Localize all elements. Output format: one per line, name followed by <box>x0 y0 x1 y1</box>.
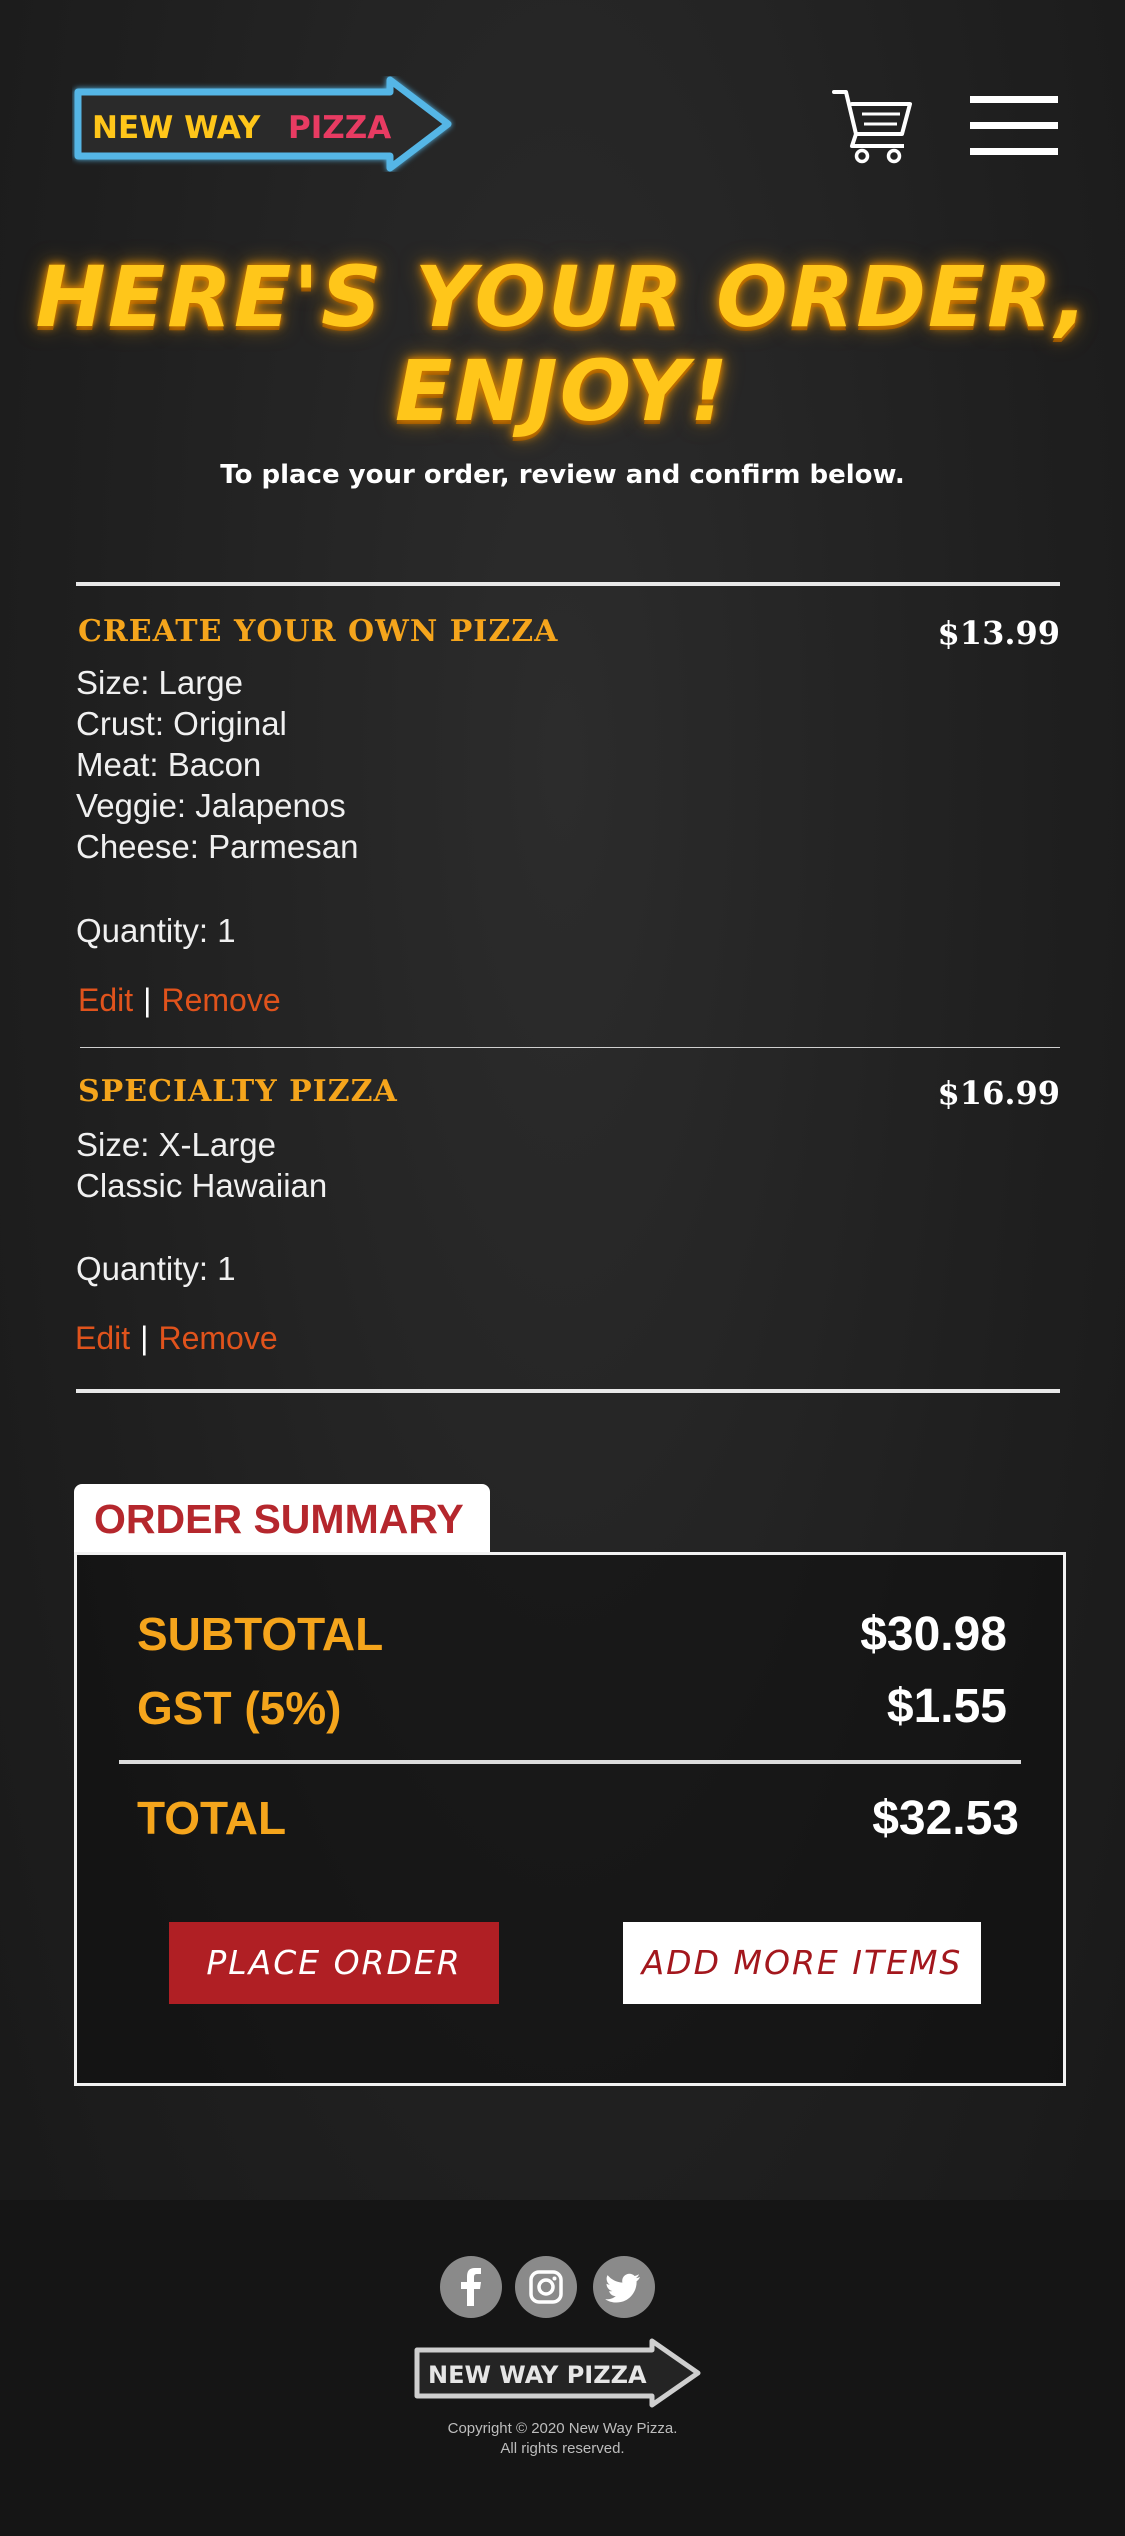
logo-text-pizza: PIZZA <box>288 110 391 146</box>
gst-value: $1.55 <box>886 1680 1007 1733</box>
footer-logo-text: NEW WAY PIZZA <box>428 2361 647 2389</box>
item-actions: Edit | Remove <box>78 982 281 1019</box>
item-detail: Classic Hawaiian <box>76 1167 328 1204</box>
remove-item-link[interactable]: Remove <box>158 1320 277 1356</box>
remove-item-link[interactable]: Remove <box>161 982 280 1018</box>
page-title-line-1: HERE'S YOUR ORDER, <box>35 248 1090 346</box>
item-quantity: Quantity: 1 <box>76 912 236 949</box>
site-footer: NEW WAY PIZZA Copyright © 2020 New Way P… <box>0 2200 1125 2536</box>
page-title: HERE'S YOUR ORDER, ENJOY! <box>0 250 1125 438</box>
item-quantity: Quantity: 1 <box>76 1250 236 1287</box>
order-summary-panel: SUBTOTAL $30.98 GST (5%) $1.55 TOTAL $32… <box>74 1552 1066 2086</box>
cart-icon[interactable] <box>832 88 914 164</box>
item-detail: Size: X-Large <box>76 1126 276 1163</box>
total-label: TOTAL <box>137 1792 287 1844</box>
twitter-icon[interactable] <box>593 2256 655 2318</box>
item-price: $16.99 <box>937 1074 1060 1112</box>
copyright-line-2: All rights reserved. <box>500 2440 625 2457</box>
edit-item-link[interactable]: Edit <box>75 1320 130 1356</box>
order-item-divider <box>80 1047 1060 1048</box>
order-summary-tab: ORDER SUMMARY <box>74 1484 490 1554</box>
logo-text-new-way: NEW WAY <box>92 110 261 146</box>
add-more-items-button[interactable]: ADD MORE ITEMS <box>623 1922 981 2004</box>
gst-label: GST (5%) <box>137 1682 342 1734</box>
order-bottom-divider <box>76 1389 1060 1393</box>
edit-item-link[interactable]: Edit <box>78 982 133 1018</box>
item-name: SPECIALTY PIZZA <box>78 1074 398 1109</box>
copyright-line-1: Copyright © 2020 New Way Pizza. <box>447 2420 678 2437</box>
subtotal-label: SUBTOTAL <box>137 1608 384 1660</box>
item-detail: Crust: Original <box>76 705 287 742</box>
action-separator: | <box>143 982 152 1018</box>
summary-divider <box>119 1760 1021 1764</box>
total-value: $32.53 <box>872 1792 1019 1845</box>
page-title-line-2: ENJOY! <box>394 342 731 440</box>
action-separator: | <box>140 1320 149 1356</box>
new-way-pizza-logo[interactable]: NEW WAY PIZZA <box>72 76 456 172</box>
instagram-icon[interactable] <box>515 2256 577 2318</box>
place-order-button[interactable]: PLACE ORDER <box>169 1922 499 2004</box>
order-item-specialty: SPECIALTY PIZZA $16.99 Size: X-Large Cla… <box>75 1074 1060 1374</box>
footer-logo[interactable]: NEW WAY PIZZA <box>412 2338 704 2408</box>
order-top-divider <box>76 582 1060 586</box>
item-actions: Edit | Remove <box>75 1320 278 1357</box>
site-header: NEW WAY PIZZA <box>0 0 1125 240</box>
item-detail: Size: Large <box>76 664 243 701</box>
item-price: $13.99 <box>937 614 1060 652</box>
item-detail: Veggie: Jalapenos <box>76 787 346 824</box>
page-subtitle: To place your order, review and confirm … <box>220 460 905 490</box>
facebook-icon[interactable] <box>440 2256 502 2318</box>
item-detail: Cheese: Parmesan <box>76 828 359 865</box>
item-name: CREATE YOUR OWN PIZZA <box>78 614 559 649</box>
hamburger-menu-icon[interactable] <box>970 96 1058 156</box>
item-detail: Meat: Bacon <box>76 746 262 783</box>
order-item-create-your-own: CREATE YOUR OWN PIZZA $13.99 Size: Large… <box>76 614 1060 1034</box>
subtotal-value: $30.98 <box>860 1608 1007 1661</box>
